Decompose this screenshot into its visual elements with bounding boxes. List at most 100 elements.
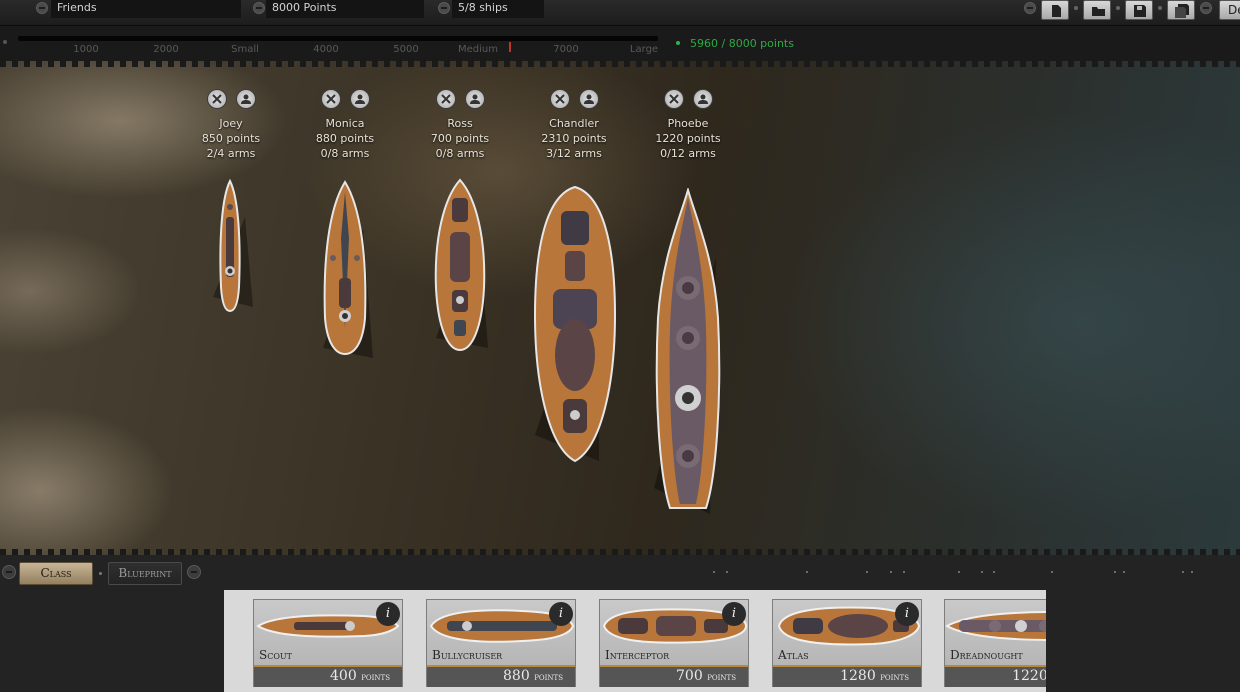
ship-hull-chandler[interactable]: [529, 185, 621, 465]
ship-points: 700 points: [430, 132, 490, 145]
ship-name: Chandler: [549, 117, 599, 130]
ship-card-joey: Joey 850 points 2/4 arms: [171, 89, 291, 161]
close-icon: [211, 94, 222, 104]
class-card-scout[interactable]: i Scout 400 points: [253, 599, 403, 687]
ship-count-label: 5/8 ships: [458, 1, 508, 14]
captain-button[interactable]: [578, 89, 599, 109]
fleet-ocean-view: Joey 850 points 2/4 arms Monica 880 poin…: [0, 61, 1240, 555]
remove-ship-button[interactable]: [663, 89, 684, 109]
class-points-value: 880: [503, 668, 530, 684]
remove-ship-button[interactable]: [549, 89, 570, 109]
tab-blueprint-label: Blueprint: [118, 566, 172, 580]
ship-points: 850 points: [201, 132, 261, 145]
save-fleet-button[interactable]: [1125, 0, 1153, 20]
info-icon[interactable]: i: [376, 602, 400, 626]
captain-button[interactable]: [692, 89, 713, 109]
ship-card-ross: Ross 700 points 0/8 arms: [400, 89, 520, 161]
slider-track[interactable]: [18, 36, 658, 52]
points-limit-select[interactable]: 8000 Points: [266, 0, 424, 18]
deco-dot: [866, 571, 868, 573]
catalog-cycle-icon[interactable]: [2, 565, 16, 579]
fleet-cycle-icon[interactable]: [36, 2, 48, 14]
ship-catalog-panel: Class Blueprint i Scout 400 points i Bul…: [0, 555, 1240, 692]
class-points-unit: points: [361, 672, 390, 683]
deco-dot: [993, 571, 995, 573]
slider-tick: Medium: [458, 44, 498, 55]
remove-ship-button[interactable]: [320, 89, 341, 109]
class-card-interceptor[interactable]: i Interceptor 700 points: [599, 599, 749, 687]
ship-hull-phoebe[interactable]: [650, 188, 730, 518]
class-card-dreadnought[interactable]: i Dreadnought 1220 points: [944, 599, 1046, 687]
dreadnought-hull-icon: [945, 611, 1046, 641]
info-icon[interactable]: i: [895, 602, 919, 626]
deco-dot: [1182, 571, 1184, 573]
toolbar-cycle-icon[interactable]: [1024, 2, 1036, 14]
deco-dot: [726, 571, 728, 573]
class-tray: i Scout 400 points i Bullycruiser 880 po…: [224, 590, 1046, 692]
captain-button[interactable]: [349, 89, 370, 109]
close-icon: [325, 94, 336, 104]
class-name: Dreadnought: [950, 648, 1023, 662]
close-icon: [554, 94, 565, 104]
fleet-size-slider: 1000 2000 Small 4000 5000 Medium 7000 La…: [0, 27, 1240, 61]
open-fleet-button[interactable]: [1083, 0, 1111, 20]
captain-button[interactable]: [235, 89, 256, 109]
class-card-atlas[interactable]: i Atlas 1280 points: [772, 599, 922, 687]
ship-points: 1220 points: [655, 132, 721, 145]
ship-hull-joey[interactable]: [205, 177, 255, 317]
overflow-button[interactable]: De: [1219, 0, 1240, 20]
slider-tick: 1000: [73, 44, 99, 55]
class-points-unit: points: [707, 672, 736, 683]
catalog-cycle-icon-right[interactable]: [187, 565, 201, 579]
info-icon[interactable]: i: [549, 602, 573, 626]
class-name: Atlas: [778, 648, 809, 662]
deco-dot: [713, 571, 715, 573]
info-icon[interactable]: i: [722, 602, 746, 626]
remove-ship-button[interactable]: [435, 89, 456, 109]
ship-count-select[interactable]: 5/8 ships: [452, 0, 544, 18]
save-icon: [1134, 5, 1146, 17]
class-points-value: 400: [330, 668, 357, 684]
captain-button[interactable]: [464, 89, 485, 109]
open-folder-icon: [1092, 7, 1105, 16]
ship-hull-ross[interactable]: [428, 178, 492, 353]
ship-points: 880 points: [315, 132, 375, 145]
class-points-unit: points: [534, 672, 563, 683]
ship-points: 2310 points: [541, 132, 607, 145]
remove-ship-button[interactable]: [206, 89, 227, 109]
tab-class[interactable]: Class: [19, 562, 93, 585]
captain-icon: [697, 94, 708, 104]
class-points: 1280 points: [840, 668, 909, 684]
captain-icon: [469, 94, 480, 104]
class-points-value: 700: [676, 668, 703, 684]
captain-icon: [354, 94, 365, 104]
toolbar-separator: [1116, 6, 1120, 10]
ship-arms: 0/12 arms: [660, 147, 716, 160]
save-as-button[interactable]: [1167, 0, 1195, 20]
ship-hull-monica[interactable]: [313, 178, 377, 363]
points-cycle-icon[interactable]: [253, 2, 265, 14]
save-as-icon: [1175, 4, 1189, 18]
fleet-name: Friends: [57, 1, 97, 14]
ships-cycle-icon[interactable]: [438, 2, 450, 14]
points-status-dot: [676, 41, 680, 45]
class-points: 1220 points: [1012, 668, 1046, 684]
class-card-bullycruiser[interactable]: i Bullycruiser 880 points: [426, 599, 576, 687]
slider-tick: 5000: [393, 44, 419, 55]
toolbar-cycle-icon-right[interactable]: [1200, 2, 1212, 14]
close-icon: [440, 94, 451, 104]
deco-dot: [1123, 571, 1125, 573]
slider-marker[interactable]: [509, 42, 511, 52]
ship-name: Monica: [325, 117, 365, 130]
slider-tick: Large: [629, 44, 659, 55]
class-name: Scout: [259, 648, 292, 662]
deco-dot: [806, 571, 808, 573]
ship-name: Ross: [447, 117, 473, 130]
new-fleet-button[interactable]: [1041, 0, 1069, 20]
ship-card-phoebe: Phoebe 1220 points 0/12 arms: [628, 89, 748, 161]
ship-arms: 2/4 arms: [206, 147, 256, 160]
fleet-name-field[interactable]: Friends: [51, 0, 241, 18]
tab-blueprint[interactable]: Blueprint: [108, 562, 182, 585]
deco-dot: [890, 571, 892, 573]
class-points-value: 1220: [1012, 668, 1046, 684]
